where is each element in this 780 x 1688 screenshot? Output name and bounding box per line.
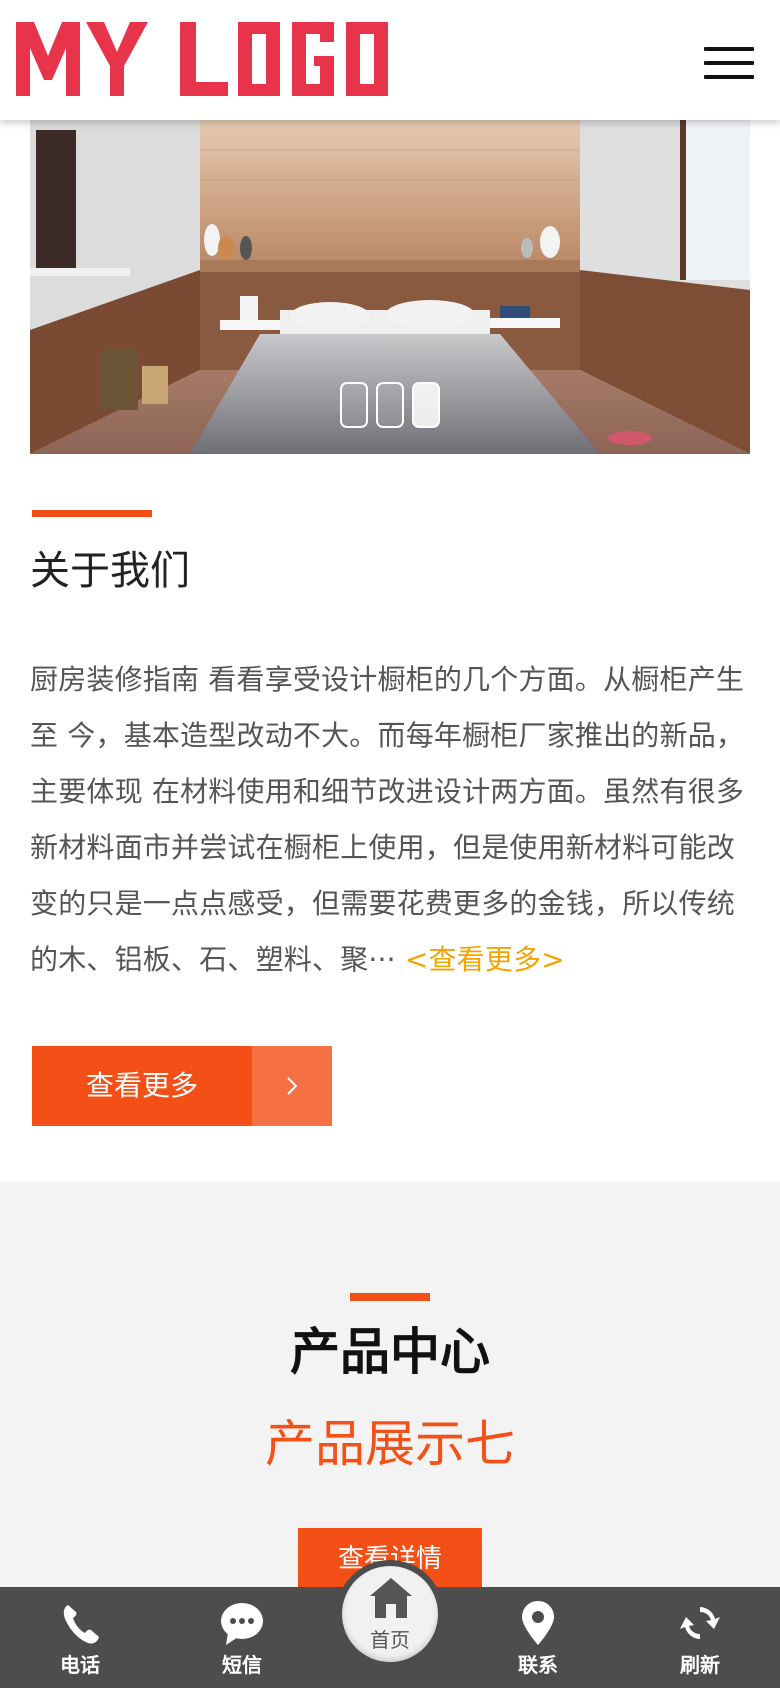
about-text: 厨房装修指南 看看享受设计橱柜的几个方面。从橱柜产生至 今，基本造型改动不大。而… [30,652,752,988]
products-title: 产品中心 [290,1323,490,1381]
chat-bubble-icon [221,1603,263,1645]
nav-home-label: 首页 [370,1628,410,1652]
view-more-button[interactable]: 查看更多 [32,1046,332,1126]
banner-carousel[interactable] [30,120,750,454]
nav-phone[interactable]: 电话 [20,1587,140,1688]
refresh-icon [680,1607,720,1639]
nav-contact-label: 联系 [518,1653,558,1677]
about-accent-bar [32,510,152,517]
nav-phone-label: 电话 [60,1653,100,1677]
about-more-link[interactable]: <查看更多> [405,943,565,976]
carousel-dot-3[interactable] [412,382,440,428]
carousel-indicators [340,382,440,430]
carousel-dot-2[interactable] [376,382,404,428]
nav-sms-label: 短信 [222,1653,262,1677]
products-accent-bar [350,1293,430,1301]
nav-refresh[interactable]: 刷新 [640,1587,760,1688]
logo-graphic [16,22,388,96]
home-icon [370,1578,412,1618]
product-name[interactable]: 产品展示七 [0,1404,780,1476]
nav-sms[interactable]: 短信 [182,1587,302,1688]
carousel-dot-1[interactable] [340,382,368,428]
about-body: 厨房装修指南 看看享受设计橱柜的几个方面。从橱柜产生至 今，基本造型改动不大。而… [30,663,745,976]
phone-icon [63,1605,99,1644]
view-more-label: 查看更多 [85,1069,198,1102]
home-button-face: 首页 [342,1566,438,1662]
nav-refresh-label: 刷新 [680,1653,720,1677]
nav-contact[interactable]: 联系 [478,1587,598,1688]
hamburger-menu-icon[interactable] [700,44,756,84]
about-title: 关于我们 [30,548,190,594]
site-logo[interactable] [16,22,396,100]
location-pin-icon [522,1601,554,1645]
header [0,0,780,120]
chevron-right-icon [252,1046,332,1126]
nav-home[interactable]: 首页 [336,1560,444,1668]
